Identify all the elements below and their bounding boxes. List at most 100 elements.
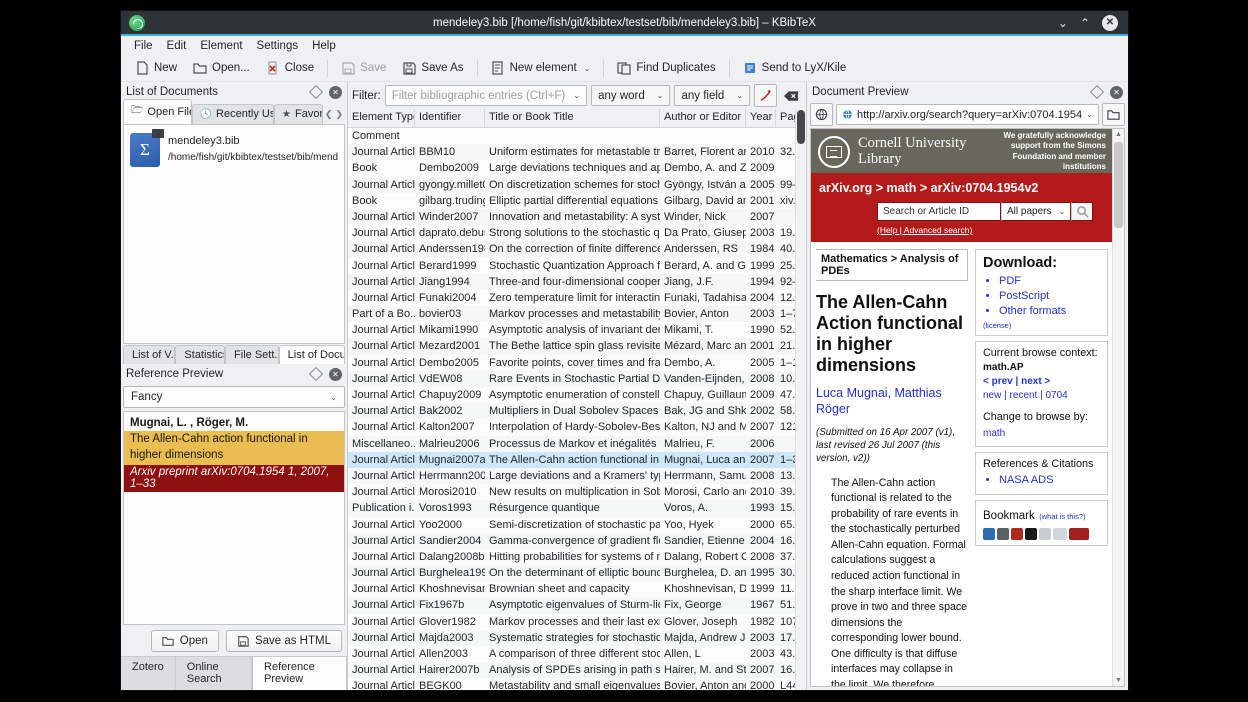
paper-authors[interactable]: Luca Mugnai, Matthias Röger [816,385,968,418]
bookmark-hint-link[interactable]: (what is this?) [1039,512,1085,521]
table-row[interactable]: Journal Articlegyongy.millet05On discret… [348,177,796,193]
table-row[interactable]: Journal ArticleYoo2000Semi-discretizatio… [348,517,796,533]
table-row[interactable]: Journal ArticleVdEW08Rare Events in Stoc… [348,371,796,387]
find-duplicates-button[interactable]: Find Duplicates [609,58,723,78]
send-to-lyx-button[interactable]: Send to LyX/Kile [735,58,855,78]
arxiv-breadcrumb[interactable]: arXiv.org > math > arXiv:0704.1954v2 [819,181,1105,195]
filter-input[interactable]: Filter bibliographic entries (Ctrl+F) ⌄ [385,85,587,106]
scroll-down-icon[interactable]: ▼ [1113,677,1124,684]
clear-filter-button[interactable] [781,85,802,106]
table-row[interactable]: Journal ArticleFunaki2004Zero temperatur… [348,290,796,306]
cornell-logo-text[interactable]: Cornell University Library [858,136,966,168]
table-row[interactable]: Journal Articledaprato.debus...Strong so… [348,225,796,241]
download-postscript-link[interactable]: PostScript [999,289,1100,304]
save-button[interactable]: Save [333,58,394,78]
sciencewise-icon[interactable] [1069,528,1089,540]
col-identifier[interactable]: Identifier [415,109,485,127]
bibsonomy-icon[interactable] [997,528,1009,540]
arxiv-help-links[interactable]: (Help | Advanced search) [877,225,1105,235]
preview-style-select[interactable]: Fancy ⌄ [123,386,345,408]
table-row[interactable]: Journal ArticleSandier2004Gamma-converge… [348,533,796,549]
download-other-formats-link[interactable]: Other formats [999,304,1100,319]
table-row[interactable]: Miscellaneo...Malrieu2006Processus de Ma… [348,436,796,452]
file-item-mendeley3[interactable]: Σ mendeley3.bib /home/fish/git/kbibtex/t… [130,133,338,167]
table-row[interactable]: Journal ArticleChapuy2009Asymptotic enum… [348,387,796,403]
titlebar[interactable]: mendeley3.bib [/home/fish/git/kbibtex/te… [121,11,1128,34]
tab-reference-preview[interactable]: Reference Preview [252,657,347,690]
tab-online-search[interactable]: Online Search [176,657,252,690]
arxiv-scope-select[interactable]: All papers ⌄ [1001,202,1071,221]
close-window-icon[interactable]: ✕ [1102,15,1118,31]
table-row[interactable]: Journal ArticleWinder2007Innovation and … [348,209,796,225]
table-row[interactable]: Journal ArticleGlover1982Markov processe… [348,614,796,630]
table-row[interactable]: Journal ArticleKhoshnevisan1...Brownian … [348,581,796,597]
table-row[interactable]: Journal ArticleAllen2003A comparison of … [348,646,796,662]
search-pdf-toggle-button[interactable] [754,84,777,107]
arxiv-search-input[interactable]: Search or Article ID [877,202,1001,221]
webview-scrollbar-thumb[interactable] [1114,142,1123,228]
menu-file[interactable]: File [127,38,160,54]
tab-recently-used[interactable]: 🕓 Recently Used [192,104,274,124]
table-row[interactable]: Journal ArticleDembo2005Favorite points,… [348,355,796,371]
col-title[interactable]: Title or Book Title [485,109,660,127]
filter-field-select[interactable]: any field ⌄ [674,85,750,106]
close-panel-icon[interactable]: ✕ [1110,86,1123,99]
open-file-button[interactable] [1102,103,1125,126]
arxiv-search-button[interactable] [1071,202,1093,221]
table-row[interactable]: Journal ArticleBEGK00Metastability and s… [348,678,796,690]
digg-icon[interactable] [1039,528,1051,540]
col-element-type[interactable]: Element Type [348,109,415,127]
table-row[interactable]: Journal ArticleMezard2001The Bethe latti… [348,338,796,354]
table-row[interactable]: Publication i...Voros1993Résurgence quan… [348,500,796,516]
browse-math-link[interactable]: math [983,427,1100,441]
table-scrollbar[interactable] [795,109,806,690]
tab-zotero[interactable]: Zotero [121,657,176,690]
table-row[interactable]: Journal ArticleMugnai2007aThe Allen-Cahn… [348,452,796,468]
webview-scrollbar[interactable]: ▲ ▼ [1112,129,1124,686]
table-row[interactable]: Journal ArticleBak2002Multipliers in Dua… [348,403,796,419]
tab-list-of-documents[interactable]: List of Docu... [279,345,345,364]
table-row[interactable]: Journal ArticleMajda2003Systematic strat… [348,630,796,646]
col-pages[interactable]: Pages [776,109,796,127]
float-panel-icon[interactable] [1090,85,1104,99]
nasa-ads-link[interactable]: NASA ADS [999,473,1100,488]
table-scrollbar-thumb[interactable] [797,110,805,144]
tab-list-of-values[interactable]: List of V... [123,345,175,364]
maximize-icon[interactable]: ⌃ [1080,17,1090,29]
float-panel-icon[interactable] [309,85,323,99]
new-recent-links[interactable]: new | recent | 0704 [983,389,1100,403]
table-row[interactable]: Journal ArticleMikami1990Asymptotic anal… [348,322,796,338]
table-row[interactable]: Journal ArticleJiang1994Three-and four-d… [348,274,796,290]
open-external-button[interactable] [810,103,833,126]
table-row[interactable]: Part of a Bo...bovier03Markov processes … [348,306,796,322]
col-author[interactable]: Author or Editor [660,109,746,127]
tab-file-settings[interactable]: File Sett... [225,345,279,364]
minimize-icon[interactable]: ⌄ [1058,17,1068,29]
prev-next-links[interactable]: < prev | next > [983,375,1100,389]
scroll-up-icon[interactable]: ▲ [1113,131,1124,138]
url-combobox[interactable]: http://arxiv.org/search?query=arXiv:0704… [836,104,1099,125]
filter-word-mode-select[interactable]: any word ⌄ [591,85,670,106]
close-button[interactable]: Close [258,58,322,78]
delicious-icon[interactable] [1025,528,1037,540]
open-preview-button[interactable]: Open [151,630,219,652]
table-row[interactable]: BookDembo2009Large deviations techniques… [348,160,796,176]
menu-help[interactable]: Help [305,38,343,54]
table-row[interactable]: Journal ArticleDalang2008bHitting probab… [348,549,796,565]
citeulike-icon[interactable] [983,528,995,540]
new-element-button[interactable]: New element ⌄ [483,58,599,78]
close-panel-icon[interactable]: ✕ [329,86,342,99]
table-row[interactable]: Journal ArticleKalton2007Interpolation o… [348,419,796,435]
tab-favorites[interactable]: ★ Favori [274,104,323,124]
close-panel-icon[interactable]: ✕ [329,368,342,381]
table-row[interactable]: Journal ArticleHerrmann2008Large deviati… [348,468,796,484]
table-row[interactable]: Journal ArticleHairer2007bAnalysis of SP… [348,662,796,678]
col-year[interactable]: Year [746,109,776,127]
save-as-html-button[interactable]: Save as HTML [226,630,342,652]
table-row[interactable]: Journal ArticleAnderssen1984On the corre… [348,241,796,257]
table-row[interactable]: Journal ArticleBerard1999Stochastic Quan… [348,258,796,274]
table-row[interactable]: Journal ArticleFix1967bAsymptotic eigenv… [348,597,796,613]
new-button[interactable]: New [127,58,185,78]
mendeley-icon[interactable] [1011,528,1023,540]
table-row[interactable]: Journal ArticleBBM10Uniform estimates fo… [348,144,796,160]
